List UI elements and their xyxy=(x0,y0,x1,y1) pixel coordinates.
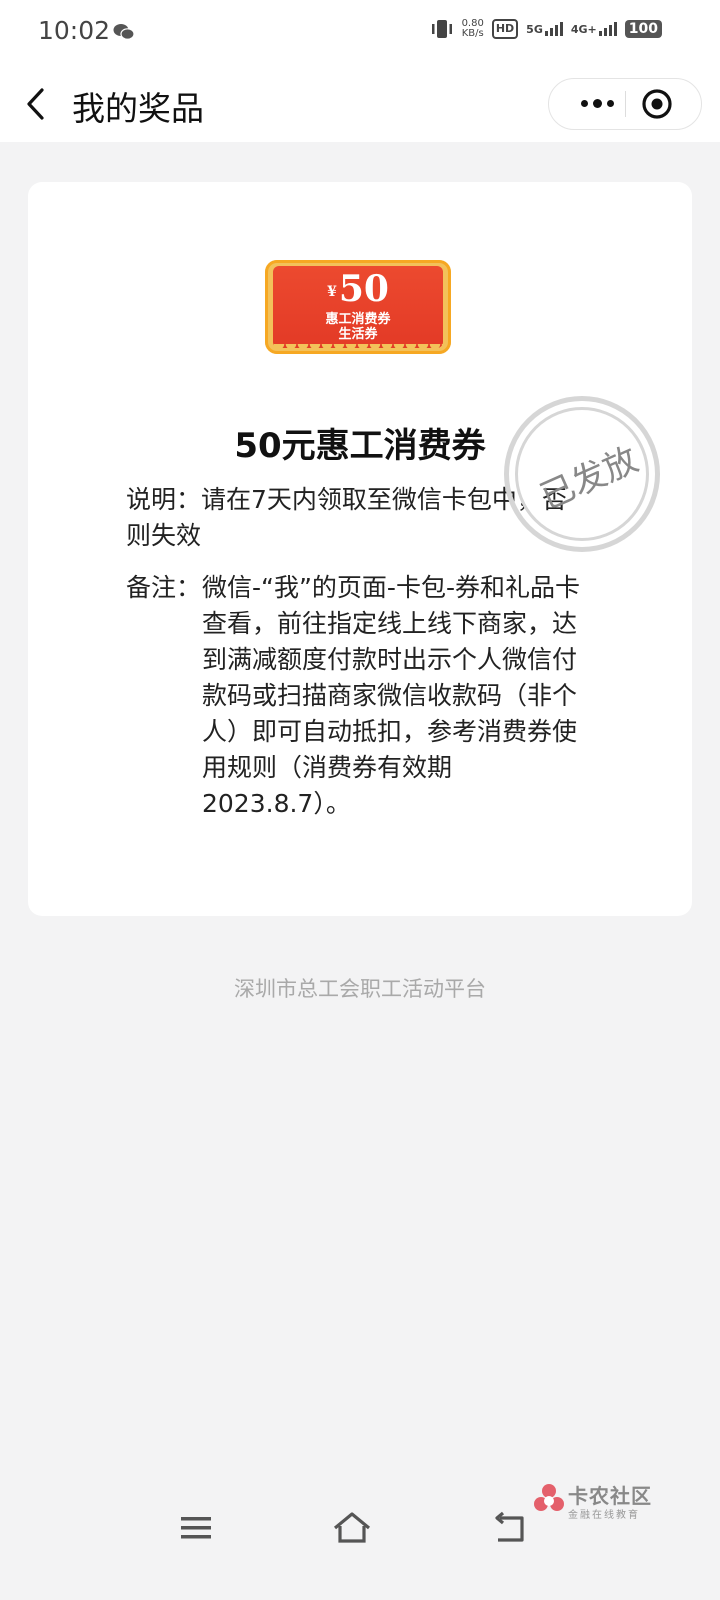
signal-4g: 4G+ xyxy=(571,22,617,36)
more-dot-icon xyxy=(580,100,588,107)
note-text: 微信-“我”的页面-卡包-券和礼品卡查看，前往指定线上线下商家，达到满减额度付款… xyxy=(202,573,580,818)
menu-icon[interactable] xyxy=(174,1506,218,1550)
status-bar: 10:02 0.80 KB/s HD 5G 4G+ 100 xyxy=(0,0,720,68)
signal-5g: 5G xyxy=(526,22,563,36)
more-dot-icon xyxy=(606,100,614,107)
page-title: 我的奖品 xyxy=(72,89,204,128)
network-speed: 0.80 KB/s xyxy=(462,19,484,39)
network-speed-unit: KB/s xyxy=(461,28,484,39)
vibrate-icon xyxy=(431,20,452,38)
coupon-line1: 惠工消费券 xyxy=(325,312,391,327)
coupon-face: ¥50 惠工消费券 生活券 xyxy=(273,266,443,352)
close-mini-program-icon[interactable] xyxy=(637,84,677,124)
coupon-currency: ¥ xyxy=(327,284,337,300)
battery-level: 100 xyxy=(624,20,662,38)
signal-bars-icon xyxy=(544,22,563,36)
coupon-scallop-edge xyxy=(273,344,443,352)
nav-bar: 我的奖品 xyxy=(0,68,720,142)
organization-footer: 深圳市总工会职工活动平台 xyxy=(234,977,486,1001)
more-dot-icon xyxy=(592,99,602,108)
wechat-notification-icon xyxy=(113,24,135,40)
status-right-group: 0.80 KB/s HD 5G 4G+ 100 xyxy=(430,18,662,40)
signal-bars-icon xyxy=(598,22,617,36)
description-label: 说明： xyxy=(126,485,202,514)
prize-note: 备注： 微信-“我”的页面-卡包-券和礼品卡查看，前往指定线上线下商家，达到满减… xyxy=(126,570,586,822)
coupon-image: ¥50 惠工消费券 生活券 xyxy=(265,260,451,354)
status-time: 10:02 xyxy=(38,16,111,45)
issued-stamp-text: 已发放 xyxy=(534,439,645,518)
coupon-amount: ¥50 xyxy=(273,269,443,312)
system-nav-bar xyxy=(0,1488,720,1568)
back-arrow-icon[interactable] xyxy=(20,84,54,124)
issued-stamp: 已发放 xyxy=(504,396,660,552)
mini-program-capsule xyxy=(548,78,702,130)
more-menu-button[interactable] xyxy=(569,79,625,128)
signal-4g-label: 4G+ xyxy=(570,23,597,36)
home-icon[interactable] xyxy=(330,1506,374,1550)
note-label: 备注： xyxy=(126,573,202,602)
back-nav-icon[interactable] xyxy=(488,1506,532,1550)
signal-5g-label: 5G xyxy=(526,23,543,36)
hd-badge: HD xyxy=(491,19,519,39)
prize-card: ¥50 惠工消费券 生活券 50元惠工消费券 说明：请在7天内领取至微信卡包中，… xyxy=(28,182,692,916)
coupon-line2: 生活券 xyxy=(338,327,378,342)
coupon-amount-value: 50 xyxy=(338,268,389,310)
capsule-divider xyxy=(625,91,626,117)
